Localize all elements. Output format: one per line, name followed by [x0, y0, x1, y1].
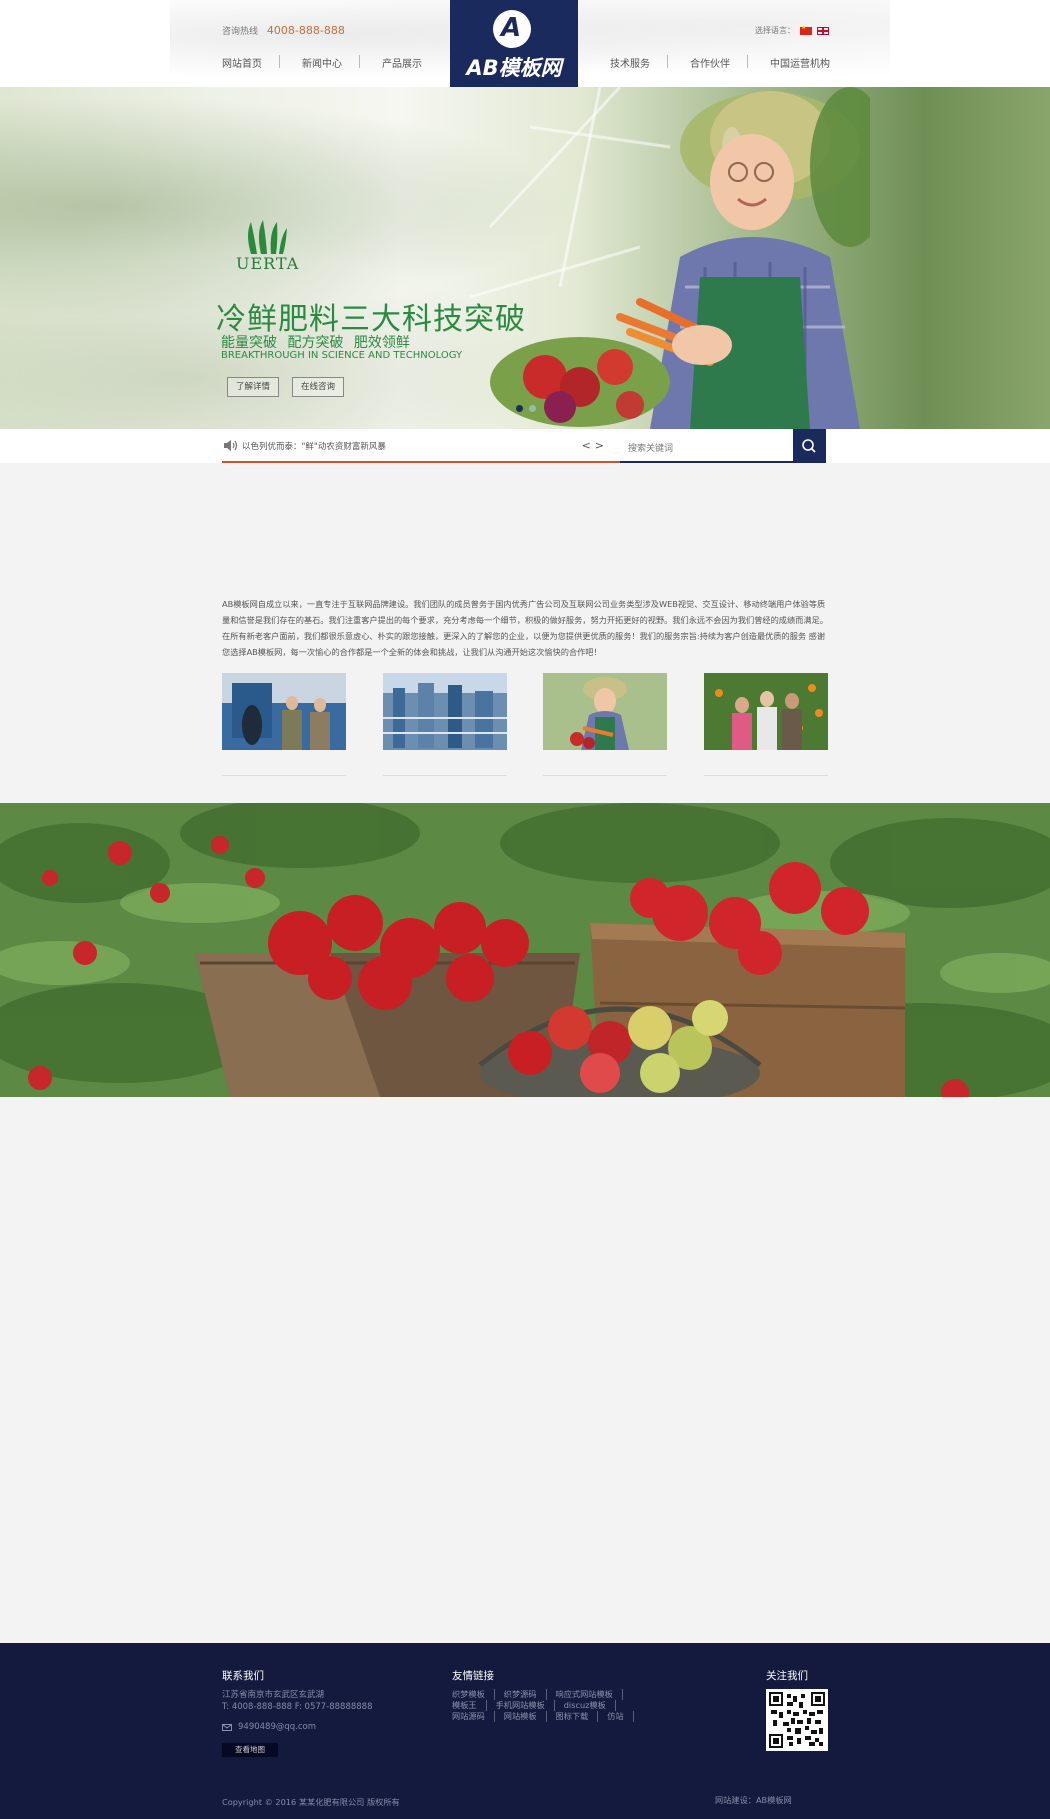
leaf-logo-icon [248, 220, 287, 254]
ticker-prev-icon[interactable]: < [582, 439, 595, 452]
search-icon [802, 439, 816, 453]
qr-code-icon [769, 1692, 825, 1748]
slider-dot[interactable] [529, 405, 536, 412]
divider [382, 775, 507, 776]
qr-code [766, 1689, 828, 1751]
friend-link[interactable]: 网站源码 [452, 1711, 495, 1722]
divider [222, 775, 346, 776]
language-label: 选择语言： [755, 26, 795, 35]
contact-phone: T: 4008-888-888 F: 0577-88888888 [222, 1702, 373, 1712]
orchard-photo [703, 673, 828, 750]
contact-title: 联系我们 [222, 1670, 264, 1682]
farmer-photo [470, 87, 870, 429]
friend-link[interactable]: 织梦模板 [452, 1689, 495, 1700]
friend-link[interactable]: 手机网站模板 [496, 1700, 555, 1711]
ticker-next-icon[interactable]: > [595, 439, 608, 452]
friend-link[interactable]: 响应式网站模板 [556, 1689, 623, 1700]
nav-right: 技术服务 合作伙伴 中国运营机构 [610, 55, 860, 70]
friend-link[interactable]: discuz模板 [564, 1700, 616, 1711]
friend-link[interactable]: 仿站 [607, 1711, 634, 1722]
contact-email[interactable]: 9490489@qq.com [238, 1721, 316, 1733]
friend-link[interactable]: 织梦源码 [504, 1689, 547, 1700]
chinese-flag-icon[interactable] [800, 24, 812, 35]
friend-link[interactable]: 网站模板 [504, 1711, 547, 1722]
search-input[interactable]: 搜索关键词 [620, 429, 793, 463]
banner-subtitle: 能量突破 配方突破 肥效领鲜 [221, 335, 410, 351]
nav-item-news[interactable]: 新闻中心 [279, 55, 382, 70]
hero-banner[interactable]: UERTA 冷鲜肥料三大科技突破 能量突破 配方突破 肥效领鲜 BREAKTHR… [0, 87, 1050, 429]
friend-link[interactable]: 图标下载 [556, 1711, 599, 1722]
copyright: Copyright © 2016 某某化肥有限公司 版权所有 [222, 1797, 400, 1807]
factory-photo [382, 673, 507, 750]
banner-english: BREAKTHROUGH IN SCIENCE AND TECHNOLOGY [221, 350, 463, 361]
search-button[interactable] [793, 429, 826, 463]
slider-dots [516, 405, 536, 412]
gallery-item[interactable] [703, 673, 828, 776]
contact-email-row: 9490489@qq.com [222, 1721, 316, 1733]
news-search-bar: 以色列优而泰："鲜"动农资财富新风暴 <> 搜索关键词 [0, 429, 1050, 463]
gallery-item[interactable] [222, 673, 346, 776]
speaker-icon [224, 440, 238, 451]
logo-mark-icon: A [493, 10, 531, 48]
site-header: 咨询热线 4008-888-888 选择语言： 网站首页 新闻中心 产品展示 A… [0, 0, 1050, 87]
brand-name: UERTA [236, 254, 300, 273]
follow-title: 关注我们 [766, 1670, 808, 1682]
friend-links: 织梦模板 织梦源码 响应式网站模板 模板王 手机网站模板 discuz模板 网站… [452, 1689, 674, 1722]
friend-link[interactable]: 模板王 [452, 1700, 487, 1711]
language-selector: 选择语言： [755, 24, 829, 36]
nav-item-partners[interactable]: 合作伙伴 [667, 55, 770, 70]
learn-more-button[interactable]: 了解详情 [227, 377, 279, 397]
hotline-label: 咨询热线 [222, 27, 259, 37]
workers-photo [222, 673, 346, 750]
divider [703, 775, 828, 776]
nav-item-tech-service[interactable]: 技术服务 [610, 55, 690, 70]
hotline: 咨询热线 4008-888-888 [222, 24, 345, 37]
online-consult-button[interactable]: 在线咨询 [292, 377, 344, 397]
apple-harvest-banner [0, 803, 1050, 1097]
gallery-item[interactable] [382, 673, 507, 776]
hotline-number: 4008-888-888 [266, 24, 345, 37]
logo-text: AB模板网 [466, 56, 562, 80]
gallery-thumbnails [222, 673, 828, 776]
site-credit[interactable]: 网站建设：AB模板网 [715, 1794, 792, 1806]
news-ticker: 以色列优而泰："鲜"动农资财富新风暴 <> [222, 429, 620, 463]
about-text: AB模板网自成立以来，一直专注于互联网品牌建设。我们团队的成员曾务于国内优秀广告… [222, 599, 828, 657]
mail-icon [222, 1723, 232, 1731]
ticker-arrows: <> [582, 439, 608, 452]
farmer-thumb-photo [543, 673, 668, 750]
nav-left: 网站首页 新闻中心 产品展示 [222, 55, 462, 70]
nav-item-china-offices[interactable]: 中国运营机构 [747, 55, 860, 70]
divider [543, 775, 668, 776]
site-footer: 联系我们 江苏省南京市玄武区玄武湖 T: 4008-888-888 F: 057… [0, 1643, 1050, 1819]
uerta-logo: UERTA [236, 220, 300, 273]
english-flag-icon[interactable] [817, 26, 829, 35]
news-ticker-text[interactable]: 以色列优而泰："鲜"动农资财富新风暴 [242, 440, 386, 452]
gallery-item[interactable] [543, 673, 668, 776]
links-title: 友情链接 [452, 1670, 494, 1682]
apple-crates-photo [0, 803, 1050, 1097]
contact-address: 江苏省南京市玄武区玄武湖 [222, 1690, 325, 1700]
nav-item-home[interactable]: 网站首页 [222, 55, 302, 70]
view-map-button[interactable]: 查看地图 [222, 1743, 278, 1757]
slider-dot[interactable] [516, 405, 523, 412]
site-logo[interactable]: A AB模板网 [450, 0, 578, 87]
